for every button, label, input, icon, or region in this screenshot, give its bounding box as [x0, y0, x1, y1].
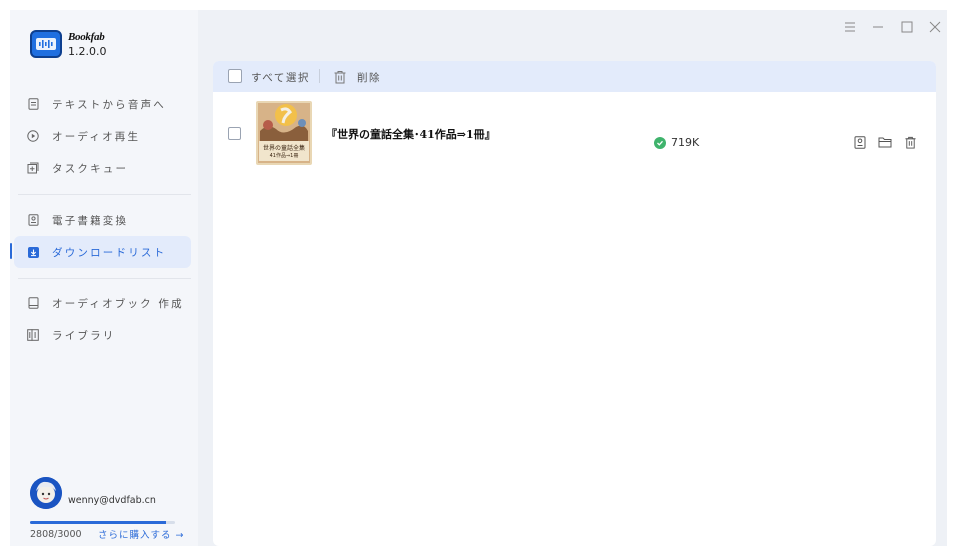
- list-item: 世界の童話全集 41作品⇒1冊 『世界の童話全集･41作品⇒1冊』 719K: [213, 101, 936, 169]
- app-window: Bookfab 1.2.0.0 テキストから音声へ オーディオ再生 タスクキュー: [10, 10, 947, 546]
- app-version: 1.2.0.0: [68, 45, 107, 58]
- sidebar-item-label: オーディオブック 作成: [52, 297, 184, 310]
- item-checkbox[interactable]: [228, 127, 241, 140]
- convert-ebook-icon[interactable]: [853, 135, 867, 149]
- sidebar-item-ebook-conversion[interactable]: 電子書籍変換: [14, 204, 191, 236]
- user-email: wenny@dvdfab.cn: [68, 495, 156, 506]
- download-icon: [27, 246, 39, 258]
- bookfab-logo-icon: [30, 30, 62, 58]
- close-icon[interactable]: [928, 20, 942, 34]
- quota-progress-fill: [30, 521, 166, 524]
- cover-title-text: 世界の童話全集: [262, 145, 305, 152]
- maximize-icon[interactable]: [900, 20, 914, 34]
- sidebar-item-task-queue[interactable]: タスクキュー: [14, 152, 191, 184]
- sidebar: Bookfab 1.2.0.0 テキストから音声へ オーディオ再生 タスクキュー: [10, 10, 198, 546]
- file-size: 719K: [671, 136, 700, 149]
- book-icon: [27, 297, 39, 309]
- buy-more-link[interactable]: さらに購入する →: [98, 527, 184, 541]
- sidebar-divider: [18, 278, 191, 279]
- ebook-icon: [27, 214, 39, 226]
- document-icon: [27, 98, 39, 110]
- select-all-label[interactable]: すべて選択: [251, 70, 310, 85]
- sidebar-item-text-to-speech[interactable]: テキストから音声へ: [14, 88, 191, 120]
- download-list-panel: すべて選択 削除 世界の童話全集 41作品⇒1冊 『世界の童話全集･41作品⇒1…: [213, 61, 936, 546]
- trash-icon[interactable]: [333, 69, 347, 84]
- avatar[interactable]: [30, 477, 62, 509]
- delete-button[interactable]: 削除: [357, 70, 381, 85]
- sidebar-item-download-list[interactable]: ダウンロードリスト: [14, 236, 191, 268]
- sidebar-item-label: ライブラリ: [52, 329, 116, 342]
- completed-check-icon: [654, 137, 666, 149]
- sidebar-item-label: 電子書籍変換: [52, 214, 129, 227]
- minimize-icon[interactable]: [871, 20, 885, 34]
- sidebar-item-audiobook-creation[interactable]: オーディオブック 作成: [14, 287, 191, 319]
- sidebar-item-label: テキストから音声へ: [52, 98, 166, 111]
- sidebar-item-audio-playback[interactable]: オーディオ再生: [14, 120, 191, 152]
- toolbar-divider: [319, 69, 320, 83]
- queue-icon: [27, 162, 39, 174]
- cover-subtitle-text: 41作品⇒1冊: [269, 153, 299, 159]
- quota-count: 2808/3000: [30, 529, 82, 540]
- folder-icon[interactable]: [878, 135, 892, 149]
- app-name: Bookfab: [68, 31, 105, 43]
- book-title: 『世界の童話全集･41作品⇒1冊』: [326, 128, 496, 141]
- quota-progress-bar: [30, 521, 175, 524]
- sidebar-item-label: タスクキュー: [52, 162, 129, 175]
- book-cover: 世界の童話全集 41作品⇒1冊: [256, 101, 312, 165]
- library-icon: [27, 329, 39, 341]
- list-toolbar: すべて選択 削除: [213, 61, 936, 92]
- menu-icon[interactable]: [843, 20, 857, 34]
- select-all-checkbox[interactable]: [228, 69, 242, 83]
- trash-icon[interactable]: [903, 135, 917, 149]
- play-circle-icon: [27, 130, 39, 142]
- sidebar-item-label: ダウンロードリスト: [52, 246, 167, 259]
- sidebar-item-library[interactable]: ライブラリ: [14, 319, 191, 351]
- sidebar-divider: [18, 194, 191, 195]
- active-indicator: [10, 243, 12, 259]
- sidebar-item-label: オーディオ再生: [52, 130, 141, 143]
